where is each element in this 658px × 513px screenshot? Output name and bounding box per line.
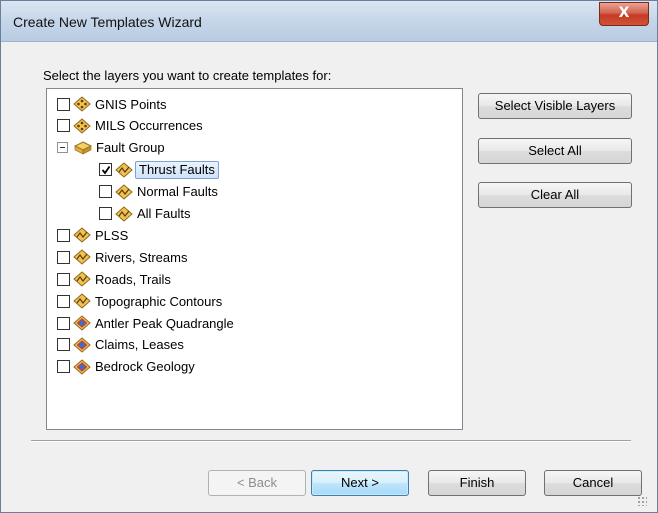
- wizard-content: Select the layers you want to create tem…: [9, 42, 649, 508]
- tree-item-label: Claims, Leases: [95, 337, 184, 353]
- next-button[interactable]: Next >: [311, 470, 409, 496]
- finish-button[interactable]: Finish: [428, 470, 526, 496]
- tree-item-label: Antler Peak Quadrangle: [95, 315, 234, 331]
- tree-item-label: GNIS Points: [95, 96, 167, 112]
- tree-item-label: Bedrock Geology: [95, 359, 195, 375]
- collapse-icon[interactable]: [57, 142, 68, 154]
- layer-checkbox[interactable]: [57, 97, 70, 111]
- line-layer-icon: [115, 183, 133, 200]
- group-layer-icon: [73, 140, 93, 156]
- layer-checkbox[interactable]: [57, 119, 70, 133]
- footer-divider: [31, 440, 631, 442]
- line-layer-icon: [73, 249, 91, 265]
- close-icon: X: [618, 5, 630, 21]
- finish-label: Finish: [459, 475, 495, 490]
- tree-item-label: Topographic Contours: [95, 293, 223, 309]
- layer-checkbox[interactable]: [57, 228, 70, 242]
- select-all-button[interactable]: Select All: [478, 138, 632, 164]
- close-button[interactable]: X: [599, 2, 649, 26]
- tree-item-label: PLSS: [95, 227, 129, 243]
- tree-item[interactable]: Topographic Contours: [57, 291, 222, 311]
- next-label: Next >: [341, 475, 379, 490]
- back-label: < Back: [236, 475, 278, 490]
- tree-item[interactable]: Fault Group: [57, 138, 165, 158]
- instruction-label: Select the layers you want to create tem…: [43, 68, 332, 83]
- point-layer-icon: [73, 96, 91, 112]
- checkmark-icon: [101, 165, 110, 175]
- layer-checkbox[interactable]: [57, 250, 70, 264]
- layer-checkbox[interactable]: [57, 338, 70, 352]
- select-visible-layers-button[interactable]: Select Visible Layers: [478, 93, 632, 119]
- layer-checkbox[interactable]: [99, 207, 112, 220]
- tree-item-label: Roads, Trails: [95, 271, 171, 287]
- title-bar[interactable]: Create New Templates Wizard X: [1, 1, 657, 42]
- layer-checkbox[interactable]: [57, 316, 70, 330]
- tree-item[interactable]: All Faults: [99, 204, 190, 224]
- layer-tree[interactable]: GNIS Points MILS Occurrences Fault Group Th…: [46, 88, 463, 430]
- layer-checkbox[interactable]: [99, 163, 112, 177]
- back-button[interactable]: < Back: [208, 470, 306, 496]
- polygon-layer-icon: [73, 359, 91, 375]
- clear-all-label: Clear All: [530, 187, 580, 202]
- tree-item-label: Fault Group: [96, 140, 165, 156]
- tree-item[interactable]: Normal Faults: [99, 182, 218, 202]
- line-layer-icon: [115, 205, 133, 222]
- point-layer-icon: [73, 118, 91, 134]
- tree-item-label: Thrust Faults: [135, 160, 219, 179]
- tree-item[interactable]: Bedrock Geology: [57, 357, 195, 377]
- polygon-layer-icon: [73, 315, 91, 331]
- tree-item[interactable]: MILS Occurrences: [57, 116, 203, 136]
- tree-item[interactable]: Antler Peak Quadrangle: [57, 313, 234, 333]
- cancel-button[interactable]: Cancel: [544, 470, 642, 496]
- tree-item[interactable]: Claims, Leases: [57, 335, 184, 355]
- line-layer-icon: [115, 162, 133, 178]
- line-layer-icon: [73, 271, 91, 287]
- clear-all-button[interactable]: Clear All: [478, 182, 632, 208]
- cancel-label: Cancel: [572, 475, 614, 490]
- layer-checkbox[interactable]: [57, 294, 70, 308]
- line-layer-icon: [73, 293, 91, 309]
- layer-checkbox[interactable]: [57, 360, 70, 374]
- tree-item-label: MILS Occurrences: [95, 118, 203, 134]
- layer-checkbox[interactable]: [99, 185, 112, 199]
- tree-item[interactable]: Rivers, Streams: [57, 247, 187, 267]
- select-visible-layers-label: Select Visible Layers: [494, 98, 616, 113]
- tree-item[interactable]: PLSS: [57, 225, 128, 245]
- polygon-layer-icon: [73, 337, 91, 353]
- tree-item-label: Normal Faults: [137, 184, 218, 200]
- tree-item[interactable]: GNIS Points: [57, 94, 167, 114]
- resize-grip[interactable]: [637, 496, 647, 506]
- tree-item-label: Rivers, Streams: [95, 249, 188, 265]
- tree-item[interactable]: Roads, Trails: [57, 269, 171, 289]
- tree-item[interactable]: Thrust Faults: [99, 160, 219, 180]
- window-title: Create New Templates Wizard: [13, 14, 202, 30]
- select-all-label: Select All: [528, 143, 582, 158]
- wizard-window: Create New Templates Wizard X Select the…: [0, 0, 658, 513]
- line-layer-icon: [73, 227, 91, 244]
- tree-item-label: All Faults: [137, 206, 191, 221]
- layer-checkbox[interactable]: [57, 272, 70, 286]
